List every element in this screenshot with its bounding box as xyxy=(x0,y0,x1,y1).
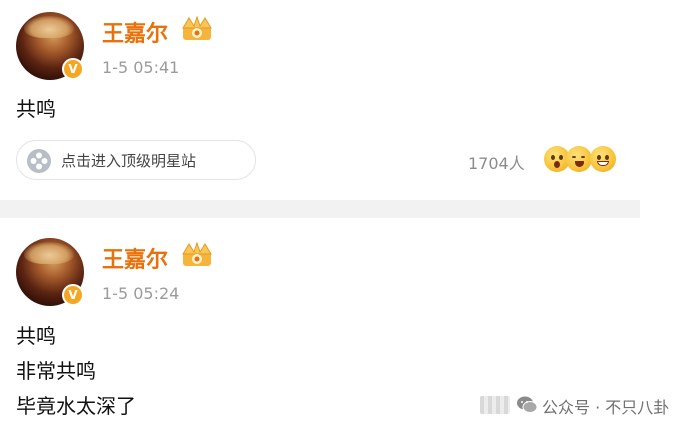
star-site-button[interactable]: 点击进入顶级明星站 xyxy=(16,140,256,180)
grin-emoji-icon[interactable] xyxy=(590,146,616,172)
wechat-icon xyxy=(517,396,538,413)
post-content: 共鸣 xyxy=(16,92,56,127)
verified-badge: V xyxy=(62,58,84,80)
post-divider xyxy=(0,200,640,218)
post-time: 1-5 05:24 xyxy=(102,284,180,303)
content-line: 毕竟水太深了 xyxy=(16,394,136,418)
crown-icon xyxy=(182,242,212,266)
crown-icon xyxy=(182,16,212,40)
star-site-label: 点击进入顶级明星站 xyxy=(61,152,197,170)
post-time: 1-5 05:41 xyxy=(102,58,180,77)
laughing-emoji-icon[interactable] xyxy=(566,146,592,172)
author-name[interactable]: 王嘉尔 xyxy=(102,242,168,274)
post-1: V 王嘉尔 1-5 05:41 共鸣 点击进入顶级明星站 1704人 xyxy=(0,0,640,200)
watermark-text: 公众号 · 不只八卦 xyxy=(542,398,670,417)
flower-icon xyxy=(27,149,51,173)
reaction-count[interactable]: 1704人 xyxy=(468,150,525,174)
content-line: 共鸣 xyxy=(16,97,56,121)
content-line: 共鸣 xyxy=(16,324,56,348)
blurred-mark xyxy=(480,396,510,414)
verified-badge: V xyxy=(62,284,84,306)
content-line: 非常共鸣 xyxy=(16,359,96,383)
post-content: 共鸣 非常共鸣 毕竟水太深了 xyxy=(16,319,136,424)
author-name[interactable]: 王嘉尔 xyxy=(102,16,168,48)
